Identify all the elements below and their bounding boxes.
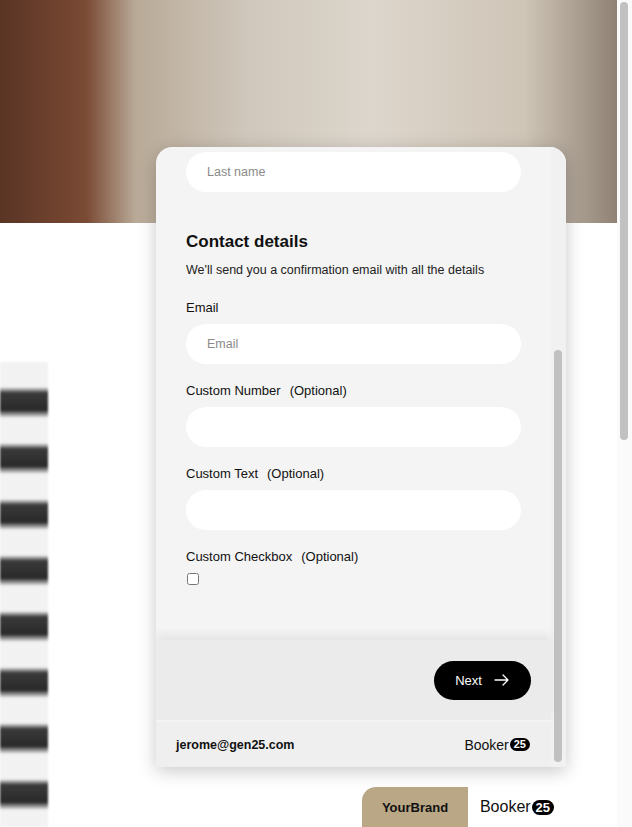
field-label: Custom Checkbox (Optional) [186, 549, 521, 565]
optional-tag: (Optional) [301, 549, 358, 565]
field-input[interactable] [186, 407, 521, 447]
widget-scrollbar[interactable] [551, 147, 566, 767]
booking-widget: Contact details We'll send you a confirm… [156, 147, 566, 767]
field-input[interactable] [186, 490, 521, 530]
field-label: Email [186, 300, 521, 316]
field-input[interactable] [186, 324, 521, 364]
page-scrollbar[interactable] [617, 0, 632, 827]
form-field: Email [186, 300, 521, 364]
form-content: Contact details We'll send you a confirm… [156, 147, 551, 640]
widget-scrollbar-thumb[interactable] [554, 350, 562, 762]
section-subtitle: We'll send you a confirmation email with… [186, 262, 521, 278]
account-bar: jerome@gen25.com Booker25 [156, 722, 551, 767]
brand-name[interactable]: YourBrand [362, 787, 468, 827]
page-scrollbar-thumb[interactable] [620, 2, 628, 440]
booker-logo[interactable]: Booker25 [464, 737, 530, 753]
field-label: Custom Number (Optional) [186, 383, 521, 399]
optional-tag: (Optional) [267, 466, 324, 482]
field-checkbox[interactable] [187, 573, 199, 585]
next-button[interactable]: Next [434, 661, 531, 700]
stripe-photo [0, 362, 48, 827]
section-title: Contact details [186, 232, 521, 252]
optional-tag: (Optional) [290, 383, 347, 399]
user-email: jerome@gen25.com [176, 738, 294, 752]
booker-logo[interactable]: Booker25 [468, 787, 566, 827]
form-field: Custom Checkbox (Optional) [186, 549, 521, 585]
form-field: Custom Number (Optional) [186, 383, 521, 447]
last-name-input[interactable] [186, 152, 521, 192]
field-label: Custom Text (Optional) [186, 466, 521, 482]
action-bar: Next [156, 640, 551, 720]
page: Contact details We'll send you a confirm… [0, 0, 632, 827]
brand-tab[interactable]: YourBrand Booker25 [362, 787, 566, 827]
arrow-right-icon [494, 674, 510, 686]
form-field: Custom Text (Optional) [186, 466, 521, 530]
